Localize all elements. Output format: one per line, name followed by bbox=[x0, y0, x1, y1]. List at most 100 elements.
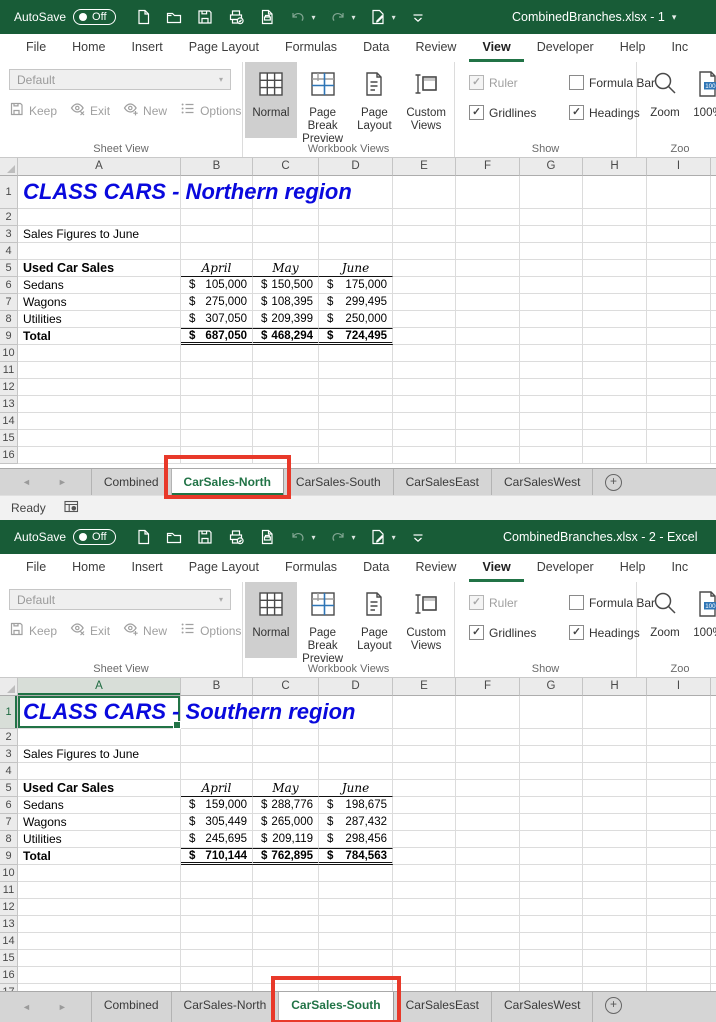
cell[interactable] bbox=[583, 950, 647, 967]
cell[interactable] bbox=[181, 729, 253, 746]
cell[interactable]: $150,500 bbox=[253, 277, 319, 294]
cell[interactable] bbox=[253, 882, 319, 899]
row-header-16[interactable]: 16 bbox=[0, 447, 18, 464]
cell[interactable] bbox=[520, 899, 583, 916]
cell[interactable] bbox=[456, 430, 520, 447]
cell[interactable]: Sales Figures to June bbox=[18, 226, 181, 243]
cell[interactable] bbox=[520, 848, 583, 865]
cell[interactable] bbox=[393, 413, 456, 430]
cell[interactable] bbox=[456, 209, 520, 226]
cell[interactable] bbox=[647, 294, 711, 311]
cell[interactable] bbox=[647, 277, 711, 294]
cell[interactable] bbox=[647, 209, 711, 226]
cell[interactable] bbox=[319, 430, 393, 447]
row-header-4[interactable]: 4 bbox=[0, 243, 18, 260]
cell[interactable] bbox=[456, 345, 520, 362]
cell[interactable] bbox=[520, 696, 583, 729]
new-file-icon[interactable] bbox=[134, 8, 152, 26]
sheet-view-options-button[interactable]: Options bbox=[180, 621, 241, 640]
cell[interactable] bbox=[583, 379, 647, 396]
cell[interactable] bbox=[583, 780, 647, 797]
cell[interactable] bbox=[520, 226, 583, 243]
cell[interactable] bbox=[647, 243, 711, 260]
sheet-tab-combined[interactable]: Combined bbox=[92, 992, 172, 1022]
cell[interactable]: CLASS CARS - Northern region bbox=[18, 176, 181, 209]
cell[interactable] bbox=[319, 413, 393, 430]
cell[interactable] bbox=[393, 797, 456, 814]
row-header-6[interactable]: 6 bbox=[0, 797, 18, 814]
cell[interactable] bbox=[18, 345, 181, 362]
cell[interactable]: June bbox=[319, 780, 393, 797]
cell[interactable] bbox=[583, 243, 647, 260]
cell[interactable] bbox=[181, 763, 253, 780]
cell[interactable] bbox=[393, 379, 456, 396]
cell[interactable]: $198,675 bbox=[319, 797, 393, 814]
new-sheet-view-button[interactable]: New bbox=[123, 621, 167, 640]
row-header-12[interactable]: 12 bbox=[0, 899, 18, 916]
row-header-10[interactable]: 10 bbox=[0, 865, 18, 882]
cell[interactable] bbox=[583, 882, 647, 899]
cell[interactable] bbox=[583, 763, 647, 780]
cell[interactable] bbox=[583, 814, 647, 831]
row-header-2[interactable]: 2 bbox=[0, 729, 18, 746]
cell[interactable] bbox=[456, 696, 520, 729]
column-header-g[interactable]: G bbox=[520, 158, 583, 176]
ribbon-tab-file[interactable]: File bbox=[13, 554, 59, 582]
cell[interactable] bbox=[18, 379, 181, 396]
column-header-e[interactable]: E bbox=[393, 678, 456, 696]
cell[interactable] bbox=[583, 984, 647, 991]
cell[interactable] bbox=[520, 882, 583, 899]
customize-toolbar-icon[interactable] bbox=[409, 8, 427, 26]
cell[interactable] bbox=[181, 226, 253, 243]
print-preview-icon[interactable] bbox=[258, 8, 276, 26]
cell[interactable]: $209,119 bbox=[253, 831, 319, 848]
draw-icon[interactable] bbox=[369, 8, 387, 26]
cell[interactable] bbox=[583, 831, 647, 848]
cell[interactable] bbox=[647, 865, 711, 882]
cell[interactable] bbox=[393, 277, 456, 294]
row-header-2[interactable]: 2 bbox=[0, 209, 18, 226]
cell[interactable] bbox=[181, 345, 253, 362]
sheet-tab-carsales-north[interactable]: CarSales-North bbox=[172, 992, 280, 1022]
column-header-c[interactable]: C bbox=[253, 158, 319, 176]
cell[interactable] bbox=[319, 379, 393, 396]
selection-fill-handle[interactable] bbox=[173, 721, 181, 729]
cell[interactable] bbox=[18, 882, 181, 899]
page-layout-view-button[interactable]: Page Layout bbox=[349, 582, 401, 658]
row-header-3[interactable]: 3 bbox=[0, 226, 18, 243]
cell[interactable] bbox=[520, 311, 583, 328]
cell[interactable] bbox=[319, 950, 393, 967]
exit-sheet-view-button[interactable]: Exit bbox=[70, 621, 110, 640]
cell[interactable] bbox=[319, 345, 393, 362]
cell[interactable] bbox=[393, 865, 456, 882]
undo-icon[interactable] bbox=[289, 8, 307, 26]
cell[interactable] bbox=[647, 413, 711, 430]
cell[interactable] bbox=[647, 362, 711, 379]
cell[interactable]: $710,144 bbox=[181, 848, 253, 865]
cell[interactable] bbox=[520, 447, 583, 464]
cell[interactable] bbox=[520, 176, 583, 209]
cell[interactable] bbox=[520, 396, 583, 413]
cell[interactable] bbox=[456, 311, 520, 328]
row-header-6[interactable]: 6 bbox=[0, 277, 18, 294]
cell[interactable] bbox=[319, 729, 393, 746]
cell[interactable] bbox=[647, 797, 711, 814]
cell[interactable] bbox=[583, 362, 647, 379]
cell[interactable] bbox=[456, 243, 520, 260]
cell[interactable] bbox=[583, 277, 647, 294]
sheet-view-dropdown[interactable]: Default ▾ bbox=[9, 69, 231, 90]
undo-icon[interactable] bbox=[289, 528, 307, 546]
cell[interactable] bbox=[456, 447, 520, 464]
cell[interactable] bbox=[253, 430, 319, 447]
row-header-5[interactable]: 5 bbox=[0, 260, 18, 277]
ribbon-tab-review[interactable]: Review bbox=[402, 554, 469, 582]
row-header-14[interactable]: 14 bbox=[0, 933, 18, 950]
cell[interactable] bbox=[456, 379, 520, 396]
cell[interactable]: May bbox=[253, 780, 319, 797]
ribbon-tab-formulas[interactable]: Formulas bbox=[272, 554, 350, 582]
column-header-g[interactable]: G bbox=[520, 678, 583, 696]
cell[interactable] bbox=[181, 746, 253, 763]
cell[interactable] bbox=[181, 209, 253, 226]
cell[interactable] bbox=[520, 209, 583, 226]
column-header-d[interactable]: D bbox=[319, 678, 393, 696]
